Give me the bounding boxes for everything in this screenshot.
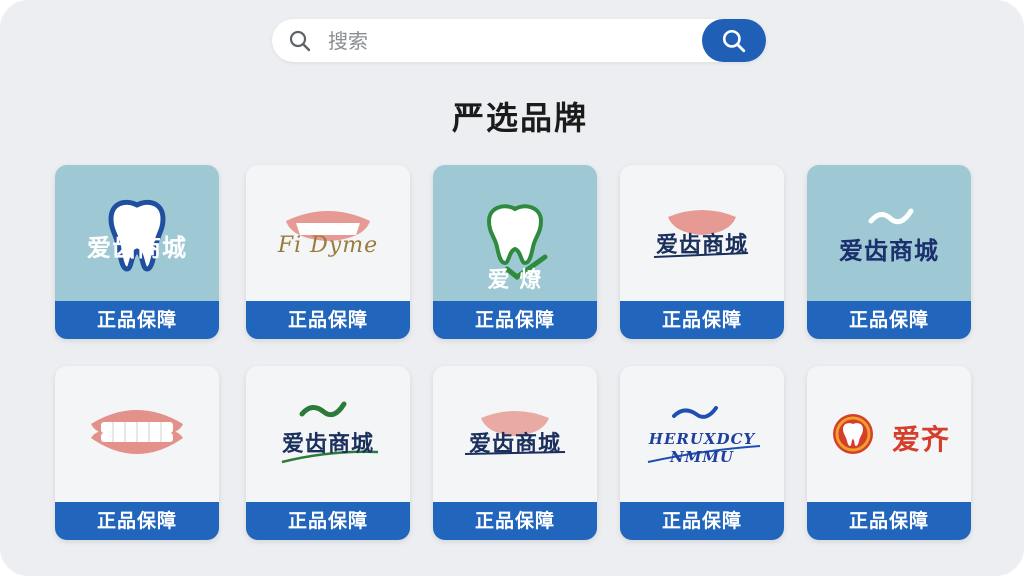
- authentic-badge: 正品保障: [246, 502, 410, 540]
- brand-card[interactable]: 爱齿商城 正品保障: [620, 165, 784, 339]
- brand-logo-text: 爱 燎: [487, 268, 543, 293]
- authentic-badge: 正品保障: [246, 301, 410, 339]
- search-button[interactable]: [702, 19, 766, 62]
- search-bar[interactable]: 搜索: [272, 19, 766, 62]
- brand-card[interactable]: HERUXDCY NMMU 正品保障: [620, 366, 784, 540]
- brand-card[interactable]: 爱齿商城 正品保障: [807, 165, 971, 339]
- brand-logo-text: 爱齿商城: [87, 234, 187, 262]
- authentic-badge: 正品保障: [433, 502, 597, 540]
- brand-card[interactable]: 爱齿商城 正品保障: [55, 165, 219, 339]
- brand-card[interactable]: 爱 燎 正品保障: [433, 165, 597, 339]
- brand-card[interactable]: 正品保障: [55, 366, 219, 540]
- brand-logo-text: 爱齿商城: [281, 432, 374, 457]
- brand-logo-text: 爱齐: [891, 423, 950, 456]
- brand-card[interactable]: 爱齿商城 正品保障: [433, 366, 597, 540]
- teeth-logo-icon: [91, 410, 183, 454]
- authentic-badge: 正品保障: [55, 301, 219, 339]
- brand-logo-text: HERUXDCY NMMU: [648, 430, 756, 466]
- brand-logo-text: 爱齿商城: [839, 237, 939, 265]
- authentic-badge: 正品保障: [55, 502, 219, 540]
- brand-card[interactable]: 爱齿商城 正品保障: [246, 366, 410, 540]
- authentic-badge: 正品保障: [807, 502, 971, 540]
- search-input[interactable]: 搜索: [328, 28, 368, 54]
- authentic-badge: 正品保障: [620, 502, 784, 540]
- brand-card[interactable]: Fi Dyme 正品保障: [246, 165, 410, 339]
- brand-logo-text: Fi Dyme: [277, 233, 379, 258]
- app-screen: 搜索 严选品牌 爱齿商城 正品保障 Fi Dyme 正品保障 爱 燎 正品保障 …: [0, 0, 1024, 576]
- brand-card[interactable]: 爱齐 正品保障: [807, 366, 971, 540]
- authentic-badge: 正品保障: [433, 301, 597, 339]
- search-button-icon: [722, 29, 746, 53]
- brand-logo-text: 爱齿商城: [655, 233, 748, 258]
- brand-logo-text: 爱齿商城: [468, 432, 561, 457]
- authentic-badge: 正品保障: [620, 301, 784, 339]
- authentic-badge: 正品保障: [807, 301, 971, 339]
- page-title: 严选品牌: [451, 99, 588, 137]
- search-icon: [289, 30, 311, 52]
